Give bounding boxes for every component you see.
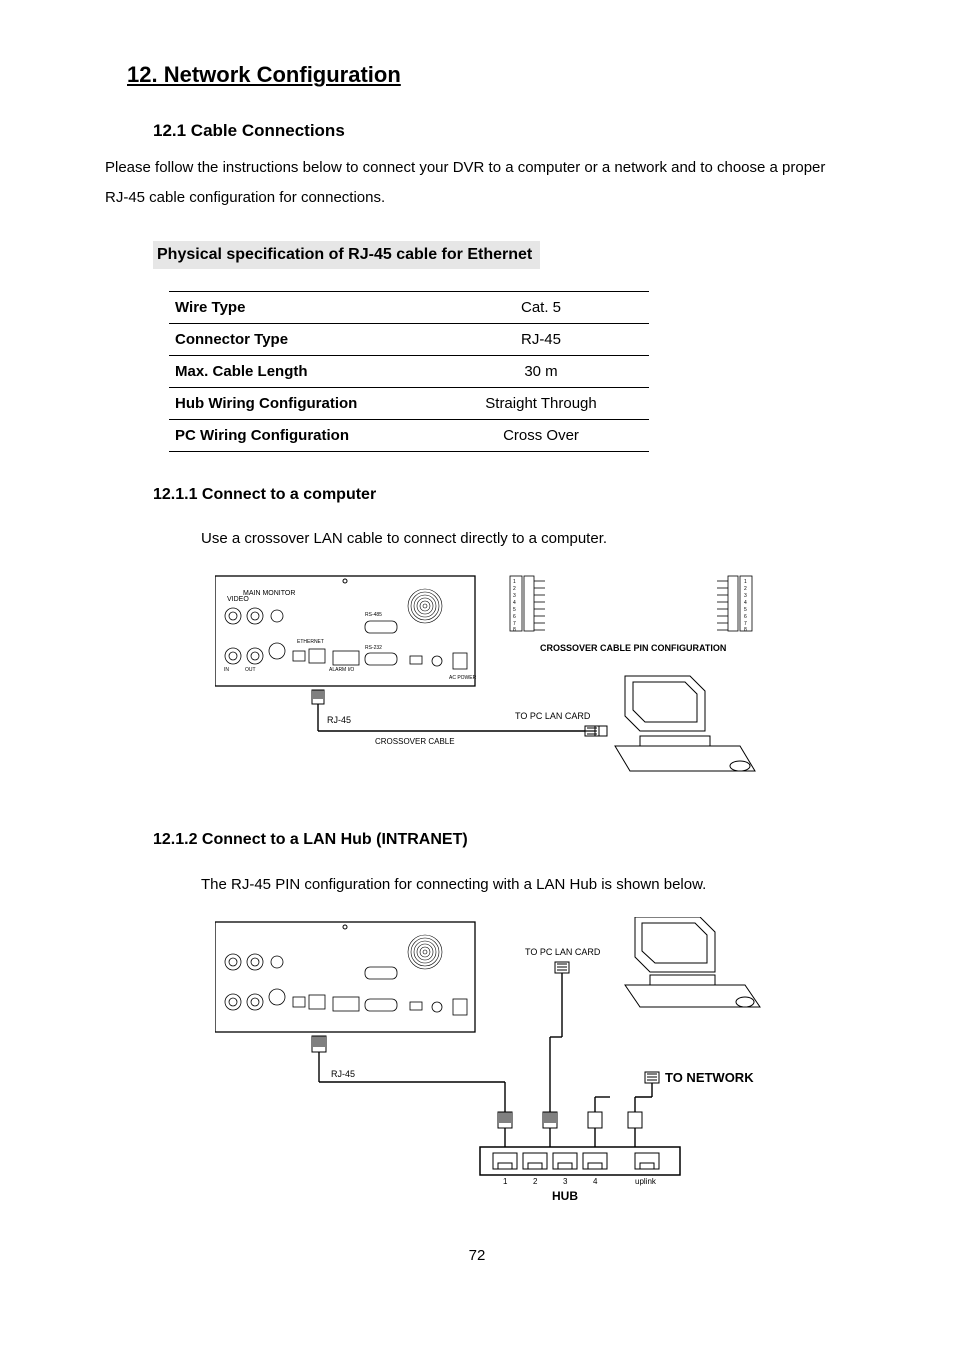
table-row: Connector Type RJ-45 xyxy=(169,323,649,355)
svg-text:1: 1 xyxy=(744,579,747,585)
spec-value: 30 m xyxy=(433,355,649,387)
svg-text:2: 2 xyxy=(744,586,747,592)
spec-label: Hub Wiring Configuration xyxy=(169,387,433,419)
hub-port-1: 1 xyxy=(503,1177,508,1186)
label-rs232: RS-232 xyxy=(365,645,382,651)
hub-port-4: 4 xyxy=(593,1177,598,1186)
section-title: 12. Network Configuration xyxy=(127,60,849,91)
table-row: Max. Cable Length 30 m xyxy=(169,355,649,387)
instruction-text-2: The RJ-45 PIN configuration for connecti… xyxy=(201,874,849,895)
page-number: 72 xyxy=(105,1245,849,1266)
svg-text:3: 3 xyxy=(744,593,747,599)
label-alarm-io: ALARM I/O xyxy=(329,667,354,673)
svg-text:5: 5 xyxy=(513,607,516,613)
svg-text:1: 1 xyxy=(513,579,516,585)
svg-text:3: 3 xyxy=(513,593,516,599)
spec-label: Connector Type xyxy=(169,323,433,355)
spec-label: Wire Type xyxy=(169,291,433,323)
spec-value: Straight Through xyxy=(433,387,649,419)
crossover-cable-label: CROSSOVER CABLE xyxy=(375,737,455,746)
computer-icon xyxy=(625,917,760,1007)
spec-value: RJ-45 xyxy=(433,323,649,355)
to-pc-lan-label-2: TO PC LAN CARD xyxy=(525,947,601,957)
hub-port-3: 3 xyxy=(563,1177,568,1186)
table-row: PC Wiring Configuration Cross Over xyxy=(169,419,649,451)
label-in: IN xyxy=(224,667,229,673)
hub-port-2: 2 xyxy=(533,1177,538,1186)
hub-label: HUB xyxy=(552,1189,578,1203)
spec-value: Cross Over xyxy=(433,419,649,451)
svg-text:8: 8 xyxy=(513,627,516,633)
svg-text:2: 2 xyxy=(513,586,516,592)
intro-paragraph: Please follow the instructions below to … xyxy=(105,153,849,213)
label-rs485: RS-485 xyxy=(365,612,382,618)
subsection-title: 12.1 Cable Connections xyxy=(153,119,849,143)
label-ac-power: AC POWER xyxy=(449,675,477,681)
svg-text:4: 4 xyxy=(513,600,516,606)
hub-icon xyxy=(480,1112,680,1175)
label-video: VIDEO xyxy=(227,596,249,603)
svg-text:8: 8 xyxy=(744,627,747,633)
subsubsection-title: 12.1.1 Connect to a computer xyxy=(153,484,849,506)
computer-icon xyxy=(585,676,755,771)
instruction-text: Use a crossover LAN cable to connect dir… xyxy=(201,528,849,549)
label-ethernet: ETHERNET xyxy=(297,639,324,645)
spec-heading: Physical specification of RJ-45 cable fo… xyxy=(153,241,540,269)
label-main-monitor: MAIN MONITOR xyxy=(243,590,295,597)
table-row: Hub Wiring Configuration Straight Throug… xyxy=(169,387,649,419)
pin-config-label: CROSSOVER CABLE PIN CONFIGURATION xyxy=(540,643,726,653)
rj45-plug-icon xyxy=(312,690,324,731)
label-out: OUT xyxy=(245,667,256,673)
to-pc-lan-label: TO PC LAN CARD xyxy=(515,711,591,721)
spec-value: Cat. 5 xyxy=(433,291,649,323)
rj45-label-2: RJ-45 xyxy=(331,1069,355,1079)
table-row: Wire Type Cat. 5 xyxy=(169,291,649,323)
hub-uplink-label: uplink xyxy=(635,1177,657,1186)
to-network-label: TO NETWORK xyxy=(665,1070,754,1085)
diagram-crossover: VIDEO MAIN MONITOR IN OUT ETHERNET RS-48… xyxy=(215,571,849,791)
spec-label: Max. Cable Length xyxy=(169,355,433,387)
svg-text:6: 6 xyxy=(744,614,747,620)
rj45-label: RJ-45 xyxy=(327,715,351,725)
spec-table: Wire Type Cat. 5 Connector Type RJ-45 Ma… xyxy=(169,291,649,452)
rj45-plug-icon xyxy=(312,1036,326,1052)
svg-text:4: 4 xyxy=(744,600,747,606)
diagram-lanhub: RJ-45 TO PC LAN CARD TO NETWORK xyxy=(215,917,849,1207)
svg-text:6: 6 xyxy=(513,614,516,620)
subsubsection-title-2: 12.1.2 Connect to a LAN Hub (INTRANET) xyxy=(153,829,849,851)
spec-label: PC Wiring Configuration xyxy=(169,419,433,451)
svg-text:5: 5 xyxy=(744,607,747,613)
